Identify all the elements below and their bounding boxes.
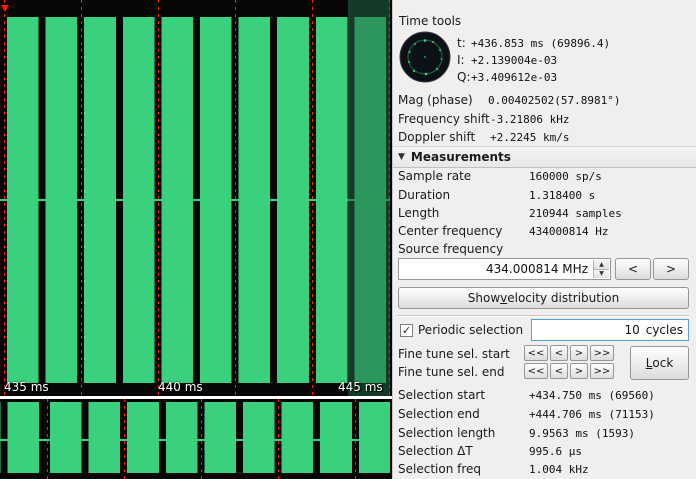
separator-line (397, 315, 689, 316)
freq-prev-button[interactable]: < (615, 258, 651, 280)
i-label: I: (457, 53, 465, 67)
selection-delta-t-label: Selection ΔT (398, 444, 473, 458)
cycles-suffix: cycles (646, 323, 683, 337)
frequency-shift-label: Frequency shift (398, 112, 490, 126)
checkmark-icon: ✓ (402, 325, 411, 336)
time-axis-label: 445 ms (338, 380, 383, 394)
t-value: +436.853 ms (69896.4) (471, 37, 610, 50)
frequency-input-value: 434.000814 MHz (486, 262, 588, 276)
selection-delta-t-value: 995.6 µs (529, 445, 582, 458)
cycles-value: 10 (624, 323, 639, 337)
duration-value: 1.318400 s (529, 189, 595, 202)
periodic-selection-checkbox[interactable]: ✓ (400, 324, 413, 337)
center-frequency-value: 434000814 Hz (529, 225, 608, 238)
cursor-marker-icon (1, 5, 9, 12)
duration-label: Duration (398, 188, 450, 202)
frequency-spinner: ▲ ▼ (593, 260, 609, 278)
selection-freq-label: Selection freq (398, 462, 481, 476)
fine-tune-end-label: Fine tune sel. end (398, 365, 504, 379)
fine-tune-start-next-button[interactable]: > (570, 345, 588, 361)
time-axis-label: 440 ms (158, 380, 203, 394)
frequency-shift-value: -3.21806 kHz (490, 113, 569, 126)
selection-start-value: +434.750 ms (69560) (529, 389, 655, 402)
signal-baseline (0, 199, 390, 201)
source-frequency-label: Source frequency (398, 242, 503, 256)
signal-burst-pattern (0, 402, 390, 473)
freq-next-button[interactable]: > (653, 258, 689, 280)
q-label: Q: (457, 70, 471, 84)
selection-end-value: +444.706 ms (71153) (529, 408, 655, 421)
selection-length-label: Selection length (398, 426, 495, 440)
fine-tune-start-prev-button[interactable]: < (550, 345, 568, 361)
frequency-input[interactable]: 434.000814 MHz ▲ ▼ (398, 258, 611, 280)
sample-rate-label: Sample rate (398, 169, 471, 183)
t-label: t: (457, 36, 466, 50)
doppler-shift-value: +2.2245 km/s (490, 131, 569, 144)
spin-up-button[interactable]: ▲ (593, 260, 609, 270)
fine-tune-end-next-fast-button[interactable]: >> (590, 363, 614, 379)
selection-dim-overlay (348, 0, 390, 396)
time-axis-label: 435 ms (4, 380, 49, 394)
i-value: +2.139004e-03 (471, 54, 557, 67)
time-tools-panel: Time tools t: +436.853 ms (69896.4) I: +… (392, 0, 696, 479)
selection-length-value: 9.9563 ms (1593) (529, 427, 635, 440)
selection-end-label: Selection end (398, 407, 480, 421)
doppler-shift-label: Doppler shift (398, 130, 475, 144)
cycles-input[interactable]: 10 cycles (531, 319, 689, 341)
fine-tune-start-next-fast-button[interactable]: >> (590, 345, 614, 361)
lock-button[interactable]: Lock (630, 346, 689, 380)
signal-baseline (0, 439, 390, 441)
length-value: 210944 samples (529, 207, 622, 220)
selection-start-label: Selection start (398, 388, 485, 402)
fine-tune-start-prev-fast-button[interactable]: << (524, 345, 548, 361)
measurements-title: Measurements (411, 150, 511, 164)
fine-tune-end-prev-fast-button[interactable]: << (524, 363, 548, 379)
fine-tune-start-label: Fine tune sel. start (398, 347, 510, 361)
velocity-distribution-button[interactable]: Show velocity distribution (398, 287, 689, 309)
time-tools-title: Time tools (399, 14, 461, 28)
length-label: Length (398, 206, 439, 220)
fine-tune-end-next-button[interactable]: > (570, 363, 588, 379)
mag-phase-label: Mag (phase) (398, 93, 473, 107)
collapse-arrow-icon: ▼ (398, 152, 405, 162)
waveform-view-primary[interactable]: 435 ms 440 ms 445 ms (0, 0, 392, 396)
periodic-selection-label: Periodic selection (418, 323, 523, 337)
mag-phase-value: 0.00402502(57.8981°) (488, 94, 620, 107)
center-frequency-label: Center frequency (398, 224, 502, 238)
waveform-area: 435 ms 440 ms 445 ms (0, 0, 392, 479)
signal-analyzer-window: 435 ms 440 ms 445 ms Time tools (0, 0, 696, 479)
sample-rate-value: 160000 sp/s (529, 170, 602, 183)
q-value: +3.409612e-03 (471, 71, 557, 84)
iq-phase-scope-icon (399, 31, 451, 83)
measurements-header[interactable]: ▼ Measurements (393, 146, 696, 168)
waveform-view-secondary[interactable] (0, 399, 392, 479)
selection-freq-value: 1.004 kHz (529, 463, 589, 476)
fine-tune-end-prev-button[interactable]: < (550, 363, 568, 379)
spin-down-button[interactable]: ▼ (593, 270, 609, 279)
